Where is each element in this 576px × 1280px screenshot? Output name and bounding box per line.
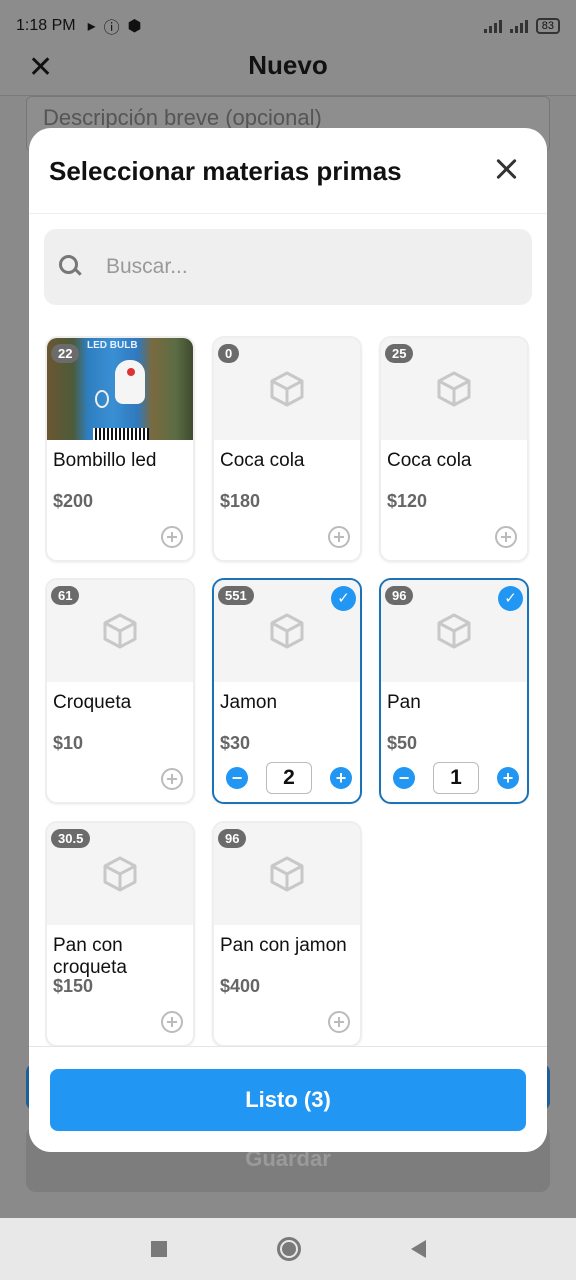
home-icon[interactable] bbox=[276, 1237, 301, 1261]
send-icon: ▸ bbox=[87, 18, 96, 35]
search-bar bbox=[44, 229, 532, 305]
stock-badge: 25 bbox=[385, 344, 414, 363]
material-name: Pan bbox=[387, 692, 421, 713]
box-icon bbox=[270, 856, 304, 892]
modal-title: Seleccionar materias primas bbox=[49, 156, 402, 186]
search-input[interactable] bbox=[106, 255, 486, 279]
plus-icon[interactable]: + bbox=[497, 767, 519, 789]
minus-icon[interactable]: − bbox=[393, 767, 415, 789]
add-circle-icon[interactable] bbox=[328, 1011, 350, 1033]
minus-icon[interactable]: − bbox=[226, 767, 248, 789]
modal-header: Seleccionar materias primas bbox=[29, 128, 547, 214]
page-title: Nuevo bbox=[248, 50, 328, 80]
material-price: $150 bbox=[53, 976, 94, 996]
add-circle-icon[interactable] bbox=[495, 526, 517, 548]
material-price: $10 bbox=[53, 733, 84, 753]
box-icon bbox=[437, 613, 471, 649]
status-time: 1:18 PM bbox=[16, 17, 76, 34]
stock-badge: 61 bbox=[51, 586, 80, 605]
stock-badge: 0 bbox=[218, 344, 240, 363]
material-card[interactable]: 0 Coca cola $180 bbox=[212, 336, 362, 562]
box-icon bbox=[270, 613, 304, 649]
plus-icon[interactable]: + bbox=[330, 767, 352, 789]
system-nav-bar bbox=[0, 1218, 576, 1280]
stock-badge: 551 bbox=[218, 586, 254, 605]
checkmark-icon[interactable]: ✓ bbox=[331, 586, 356, 611]
add-circle-icon[interactable] bbox=[161, 768, 183, 790]
info-icon: ⓘ bbox=[103, 20, 120, 37]
close-icon[interactable] bbox=[491, 154, 521, 184]
box-icon bbox=[103, 613, 137, 649]
box-icon bbox=[270, 371, 304, 407]
recents-icon[interactable] bbox=[150, 1241, 167, 1257]
material-name: Bombillo led bbox=[53, 450, 157, 471]
material-name: Coca cola bbox=[220, 450, 305, 471]
stock-badge: 22 bbox=[51, 344, 80, 363]
material-card[interactable]: 96 Pan con jamon $400 bbox=[212, 821, 362, 1046]
done-button[interactable]: Listo (3) bbox=[50, 1069, 526, 1131]
material-price: $200 bbox=[53, 491, 94, 511]
material-card[interactable]: LED BULB 22 Bombillo led $200 bbox=[45, 336, 195, 562]
material-card-selected[interactable]: 551 ✓ Jamon $30 − 2 + bbox=[212, 578, 362, 804]
material-price: $50 bbox=[387, 733, 418, 753]
add-circle-icon[interactable] bbox=[161, 526, 183, 548]
material-card[interactable]: 30.5 Pan con croqueta $150 bbox=[45, 821, 195, 1046]
app-header: ✕ Nuevo bbox=[0, 40, 576, 96]
stock-badge: 30.5 bbox=[51, 829, 91, 848]
quantity-field[interactable]: 1 bbox=[433, 762, 479, 794]
material-name: Jamon bbox=[220, 692, 278, 713]
back-icon[interactable] bbox=[410, 1240, 426, 1258]
stock-badge: 96 bbox=[385, 586, 414, 605]
material-price: $120 bbox=[387, 491, 428, 511]
quantity-stepper: − 1 + bbox=[393, 762, 519, 794]
material-name: Coca cola bbox=[387, 450, 472, 471]
battery-icon: 83 bbox=[535, 18, 560, 34]
quantity-field[interactable]: 2 bbox=[266, 762, 312, 794]
material-name: Pan con croqueta bbox=[53, 935, 127, 977]
box-icon bbox=[103, 856, 137, 892]
modal-footer: Listo (3) bbox=[29, 1046, 547, 1152]
material-name: Pan con jamon bbox=[220, 935, 347, 956]
quantity-stepper: − 2 + bbox=[226, 762, 352, 794]
signal-icon bbox=[483, 19, 502, 33]
material-price: $180 bbox=[220, 491, 261, 511]
signal-icon bbox=[509, 19, 528, 33]
shield-icon: ⬢ bbox=[127, 18, 142, 35]
search-icon bbox=[56, 252, 86, 282]
material-card[interactable]: 25 Coca cola $120 bbox=[379, 336, 529, 562]
material-card-selected[interactable]: 96 ✓ Pan $50 − 1 + bbox=[379, 578, 529, 804]
material-name: Croqueta bbox=[53, 692, 132, 713]
stock-badge: 96 bbox=[218, 829, 247, 848]
material-price: $30 bbox=[220, 733, 251, 753]
materials-grid: LED BULB 22 Bombillo led $200 0 Coca col… bbox=[45, 336, 533, 1046]
box-icon bbox=[437, 371, 471, 407]
select-materials-modal: Seleccionar materias primas LED BULB 22 … bbox=[29, 128, 547, 1152]
add-circle-icon[interactable] bbox=[328, 526, 350, 548]
add-circle-icon[interactable] bbox=[161, 1011, 183, 1033]
material-card[interactable]: 61 Croqueta $10 bbox=[45, 578, 195, 804]
material-price: $400 bbox=[220, 976, 261, 996]
checkmark-icon[interactable]: ✓ bbox=[498, 586, 523, 611]
